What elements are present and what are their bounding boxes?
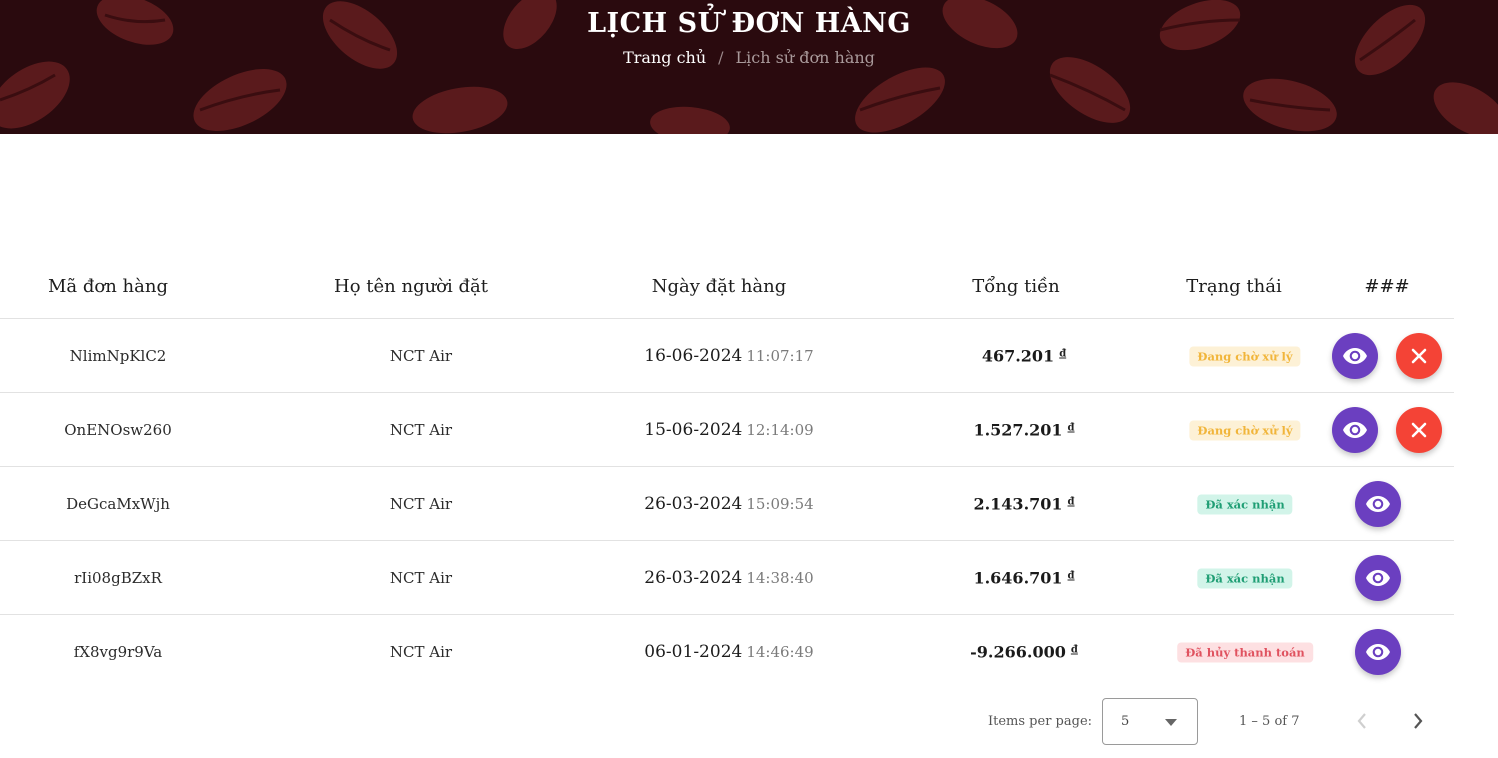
order-time: 14:38:40 <box>746 568 814 587</box>
order-history-table: Mã đơn hàng Họ tên người đặt Ngày đặt hà… <box>0 254 1454 689</box>
breadcrumb-home-link[interactable]: Trang chủ <box>623 48 706 67</box>
total-amount: 1.527.201 <box>973 420 1063 439</box>
customer-name: NCT Air <box>389 643 453 661</box>
eye-icon <box>1343 347 1367 364</box>
breadcrumb: Trang chủ / Lịch sử đơn hàng <box>0 48 1498 67</box>
close-icon <box>1411 422 1427 437</box>
order-datetime: 15-06-2024 12:14:09 <box>644 420 813 440</box>
next-page-button[interactable] <box>1403 706 1433 736</box>
table-row: NlimNpKlC2 NCT Air 16-06-2024 11:07:17 467.2… <box>0 319 1454 393</box>
order-date: 15-06-2024 <box>644 419 743 440</box>
header-order-date[interactable]: Ngày đặt hàng <box>652 276 787 297</box>
total-amount: 2.143.701 <box>973 494 1063 513</box>
order-date: 26-03-2024 <box>644 493 743 514</box>
order-code: rIi08gBZxR <box>74 568 162 587</box>
currency-symbol: đ <box>1067 570 1075 581</box>
order-time: 11:07:17 <box>746 346 814 365</box>
total-amount: 467.201 <box>981 346 1055 365</box>
table-header-row: Mã đơn hàng Họ tên người đặt Ngày đặt hà… <box>0 254 1454 319</box>
breadcrumb-current: Lịch sử đơn hàng <box>735 48 875 67</box>
status-cell: Đang chờ xử lý <box>1189 345 1301 366</box>
order-total: 2.143.701 đ <box>973 494 1074 513</box>
status-cell: Đã xác nhận <box>1197 493 1293 514</box>
total-amount: 1.646.701 <box>973 568 1063 587</box>
order-total: 467.201 đ <box>982 346 1066 365</box>
page-banner: LỊCH SỬ ĐƠN HÀNG Trang chủ / Lịch sử đơn h… <box>0 0 1498 134</box>
currency-symbol: đ <box>1067 422 1075 433</box>
total-amount: -9.266.000 <box>970 642 1066 662</box>
order-total: -9.266.000 đ <box>970 643 1078 662</box>
currency-symbol: đ <box>1070 644 1078 656</box>
order-time: 14:46:49 <box>746 643 814 661</box>
chevron-left-icon <box>1357 713 1366 729</box>
table-row: fX8vg9r9Va NCT Air 06-01-2024 14:46:49 -9.26… <box>0 615 1454 689</box>
status-badge: Đang chờ xử lý <box>1189 346 1301 366</box>
order-code: DeGcaMxWjh <box>66 494 170 513</box>
eye-icon <box>1343 421 1367 438</box>
order-date: 16-06-2024 <box>644 345 743 366</box>
order-total: 1.527.201 đ <box>973 420 1074 439</box>
table-row: DeGcaMxWjh NCT Air 26-03-2024 15:09:54 2.143… <box>0 467 1454 541</box>
status-badge: Đã xác nhận <box>1197 568 1293 588</box>
order-time: 12:14:09 <box>746 420 814 439</box>
order-datetime: 16-06-2024 11:07:17 <box>644 346 813 366</box>
status-badge: Đang chờ xử lý <box>1189 420 1301 440</box>
page-range-label: 1 – 5 of 7 <box>1239 714 1300 729</box>
order-date: 06-01-2024 <box>644 642 743 662</box>
view-order-button[interactable] <box>1332 406 1378 453</box>
customer-name: NCT Air <box>389 568 453 587</box>
header-actions: ### <box>1364 276 1410 297</box>
order-datetime: 26-03-2024 15:09:54 <box>644 494 813 514</box>
page-title: LỊCH SỬ ĐƠN HÀNG <box>587 8 911 39</box>
paginator: Items per page: 5 1 – 5 of 7 <box>0 688 1454 758</box>
items-per-page-value: 5 <box>1121 714 1130 729</box>
caret-down-icon <box>1165 719 1177 726</box>
items-per-page-select[interactable]: 5 <box>1102 698 1198 745</box>
order-date: 26-03-2024 <box>644 567 743 588</box>
view-order-button[interactable] <box>1332 332 1378 379</box>
order-total: 1.646.701 đ <box>973 568 1074 587</box>
table-body: NlimNpKlC2 NCT Air 16-06-2024 11:07:17 467.2… <box>0 319 1454 689</box>
customer-name: NCT Air <box>389 494 453 513</box>
header-status[interactable]: Trạng thái <box>1186 276 1282 297</box>
cancel-order-button[interactable] <box>1396 332 1442 379</box>
order-code: fX8vg9r9Va <box>73 643 163 661</box>
customer-name: NCT Air <box>389 346 453 365</box>
header-total[interactable]: Tổng tiền <box>972 276 1060 297</box>
eye-icon <box>1366 644 1390 660</box>
view-order-button[interactable] <box>1355 480 1401 527</box>
order-datetime: 06-01-2024 14:46:49 <box>644 642 813 662</box>
header-order-code[interactable]: Mã đơn hàng <box>48 276 168 297</box>
header-customer-name[interactable]: Họ tên người đặt <box>334 276 488 297</box>
status-badge: Đã xác nhận <box>1197 494 1293 514</box>
table-row: rIi08gBZxR NCT Air 26-03-2024 14:38:40 1.646… <box>0 541 1454 615</box>
cancel-order-button[interactable] <box>1396 406 1442 453</box>
order-datetime: 26-03-2024 14:38:40 <box>644 568 813 588</box>
breadcrumb-separator: / <box>718 48 724 67</box>
view-order-button[interactable] <box>1355 554 1401 601</box>
currency-symbol: đ <box>1067 496 1075 507</box>
status-cell: Đã hủy thanh toán <box>1177 642 1313 663</box>
status-badge: Đã hủy thanh toán <box>1177 642 1313 663</box>
chevron-right-icon <box>1414 713 1423 729</box>
items-per-page-label: Items per page: <box>988 714 1093 729</box>
currency-symbol: đ <box>1059 348 1067 359</box>
status-cell: Đã xác nhận <box>1197 567 1293 588</box>
view-order-button[interactable] <box>1355 629 1401 675</box>
order-code: OnENOsw260 <box>64 420 172 439</box>
order-code: NlimNpKlC2 <box>69 346 167 365</box>
eye-icon <box>1366 569 1390 586</box>
customer-name: NCT Air <box>389 420 453 439</box>
previous-page-button[interactable] <box>1347 706 1377 736</box>
status-cell: Đang chờ xử lý <box>1189 419 1301 440</box>
order-time: 15:09:54 <box>746 494 814 513</box>
close-icon <box>1411 348 1427 363</box>
table-row: OnENOsw260 NCT Air 15-06-2024 12:14:09 1.527… <box>0 393 1454 467</box>
eye-icon <box>1366 495 1390 512</box>
